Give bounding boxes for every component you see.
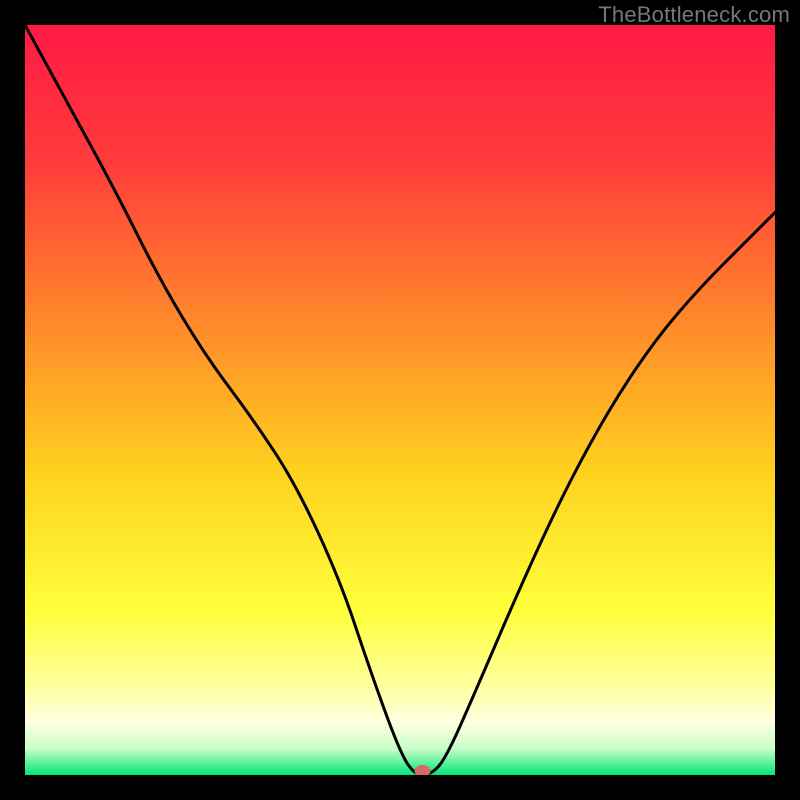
bottleneck-chart (25, 25, 775, 775)
chart-frame: TheBottleneck.com (0, 0, 800, 800)
plot-area (25, 25, 775, 775)
watermark-text: TheBottleneck.com (598, 2, 790, 28)
gradient-background (25, 25, 775, 775)
